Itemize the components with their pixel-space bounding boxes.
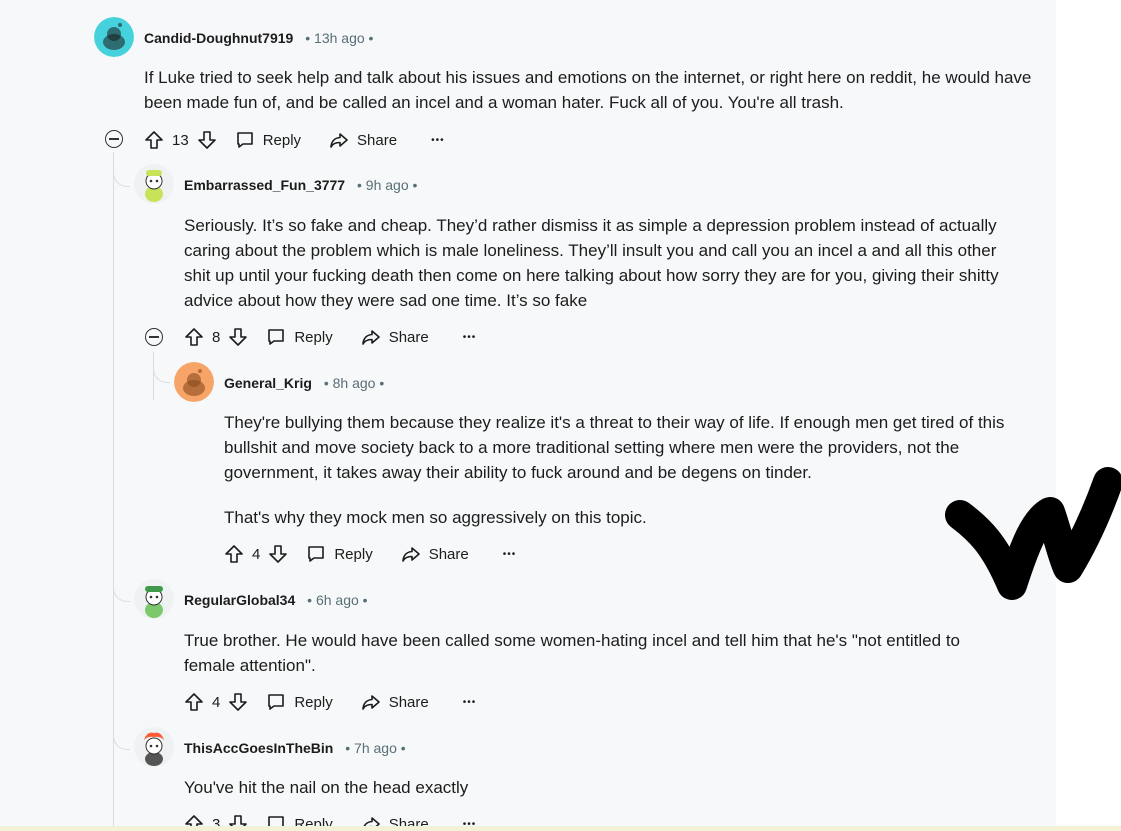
avatar[interactable]: [94, 17, 134, 57]
share-button[interactable]: Share: [401, 544, 469, 564]
more-icon: •••: [462, 696, 477, 708]
share-icon: [330, 133, 348, 148]
share-button[interactable]: Share: [329, 130, 397, 150]
comment-meta: General_Krig • 8h ago •: [224, 375, 385, 391]
more-options-button[interactable]: •••: [463, 332, 477, 343]
comment-text: You've hit the nail on the head exactly: [184, 778, 469, 797]
share-icon: [361, 330, 380, 345]
downvote-icon[interactable]: [197, 130, 217, 150]
snoo-avatar-icon: [174, 362, 214, 402]
thread-line-root[interactable]: [113, 152, 114, 831]
reply-icon: [236, 132, 253, 148]
hand-drawn-scribble: [945, 467, 1121, 600]
avatar[interactable]: [134, 579, 174, 619]
upvote-icon[interactable]: [144, 130, 164, 150]
snoo-avatar-icon: [94, 17, 134, 57]
more-icon: •••: [431, 134, 445, 146]
share-icon: [361, 695, 380, 710]
comment-thread-panel: Candid-Doughnut7919 • 13h ago • If Luke …: [0, 0, 1056, 831]
more-icon: •••: [502, 548, 517, 560]
reply-button[interactable]: Reply: [266, 692, 333, 712]
thread-line-embarrassed[interactable]: [153, 352, 154, 400]
snoo-avatar-icon: [134, 727, 174, 767]
avatar[interactable]: [174, 362, 214, 402]
comment-meta: RegularGlobal34 • 6h ago •: [184, 592, 368, 608]
vote-score: 4: [252, 545, 261, 563]
more-options-button[interactable]: •••: [431, 135, 445, 146]
username[interactable]: Candid-Doughnut7919: [144, 30, 293, 46]
avatar[interactable]: [134, 727, 174, 767]
comment-actions: 4 Reply Share •••: [184, 690, 476, 714]
comment-actions: 4 Reply Share •••: [224, 542, 516, 566]
share-button[interactable]: Share: [361, 327, 429, 347]
reply-icon: [308, 546, 325, 562]
downvote-icon[interactable]: [268, 544, 288, 564]
username[interactable]: General_Krig: [224, 375, 312, 391]
more-options-button[interactable]: •••: [463, 697, 477, 708]
snoo-avatar-icon: [134, 579, 174, 619]
share-button[interactable]: Share: [361, 692, 429, 712]
reply-button[interactable]: Reply: [235, 130, 301, 150]
reply-icon: [268, 694, 285, 710]
timestamp[interactable]: 9h ago: [366, 177, 409, 193]
bottom-edge-strip: [0, 826, 1121, 831]
more-icon: •••: [462, 331, 477, 343]
comment-text: That's why they mock men so aggressively…: [224, 508, 647, 527]
timestamp[interactable]: 6h ago: [316, 592, 359, 608]
comment-body: You've hit the nail on the head exactly: [184, 775, 1014, 800]
downvote-icon[interactable]: [228, 327, 248, 347]
thread-connector: [153, 364, 170, 383]
vote-score: 8: [212, 328, 221, 346]
avatar[interactable]: [134, 164, 174, 204]
reply-button[interactable]: Reply: [266, 327, 333, 347]
reply-icon: [268, 329, 285, 345]
comment-meta: Embarrassed_Fun_3777 • 9h ago •: [184, 177, 418, 193]
username[interactable]: ThisAccGoesInTheBin: [184, 740, 333, 756]
reply-button[interactable]: Reply: [306, 544, 373, 564]
collapse-button[interactable]: [105, 130, 123, 148]
thread-connector: [113, 168, 130, 187]
upvote-icon[interactable]: [184, 327, 204, 347]
comment-meta: ThisAccGoesInTheBin • 7h ago •: [184, 740, 406, 756]
snoo-avatar-icon: [134, 164, 174, 204]
comment-body: Seriously. It’s so fake and cheap. They’…: [184, 213, 1014, 313]
timestamp[interactable]: 13h ago: [314, 30, 365, 46]
upvote-icon[interactable]: [184, 692, 204, 712]
comment-actions: 13 Reply Share •••: [144, 128, 445, 152]
comment-body: True brother. He would have been called …: [184, 628, 1014, 678]
timestamp[interactable]: 8h ago: [333, 375, 376, 391]
timestamp[interactable]: 7h ago: [354, 740, 397, 756]
username[interactable]: RegularGlobal34: [184, 592, 295, 608]
username[interactable]: Embarrassed_Fun_3777: [184, 177, 345, 193]
comment-body: They're bullying them because they reali…: [224, 410, 1034, 530]
share-icon: [401, 547, 420, 562]
comment-body: If Luke tried to seek help and talk abou…: [144, 65, 1034, 115]
comment-text: Seriously. It’s so fake and cheap. They’…: [184, 216, 999, 310]
thread-connector: [113, 731, 130, 750]
comment-text: If Luke tried to seek help and talk abou…: [144, 68, 1032, 112]
collapse-button[interactable]: [145, 328, 163, 346]
more-options-button[interactable]: •••: [503, 549, 517, 560]
vote-score: 13: [172, 131, 189, 149]
comment-meta: Candid-Doughnut7919 • 13h ago •: [144, 30, 374, 46]
comment-actions: 8 Reply Share •••: [184, 325, 476, 349]
downvote-icon[interactable]: [228, 692, 248, 712]
vote-score: 4: [212, 693, 221, 711]
upvote-icon[interactable]: [224, 544, 244, 564]
comment-text: They're bullying them because they reali…: [224, 413, 1005, 482]
thread-connector: [113, 583, 130, 602]
comment-text: True brother. He would have been called …: [184, 631, 960, 675]
